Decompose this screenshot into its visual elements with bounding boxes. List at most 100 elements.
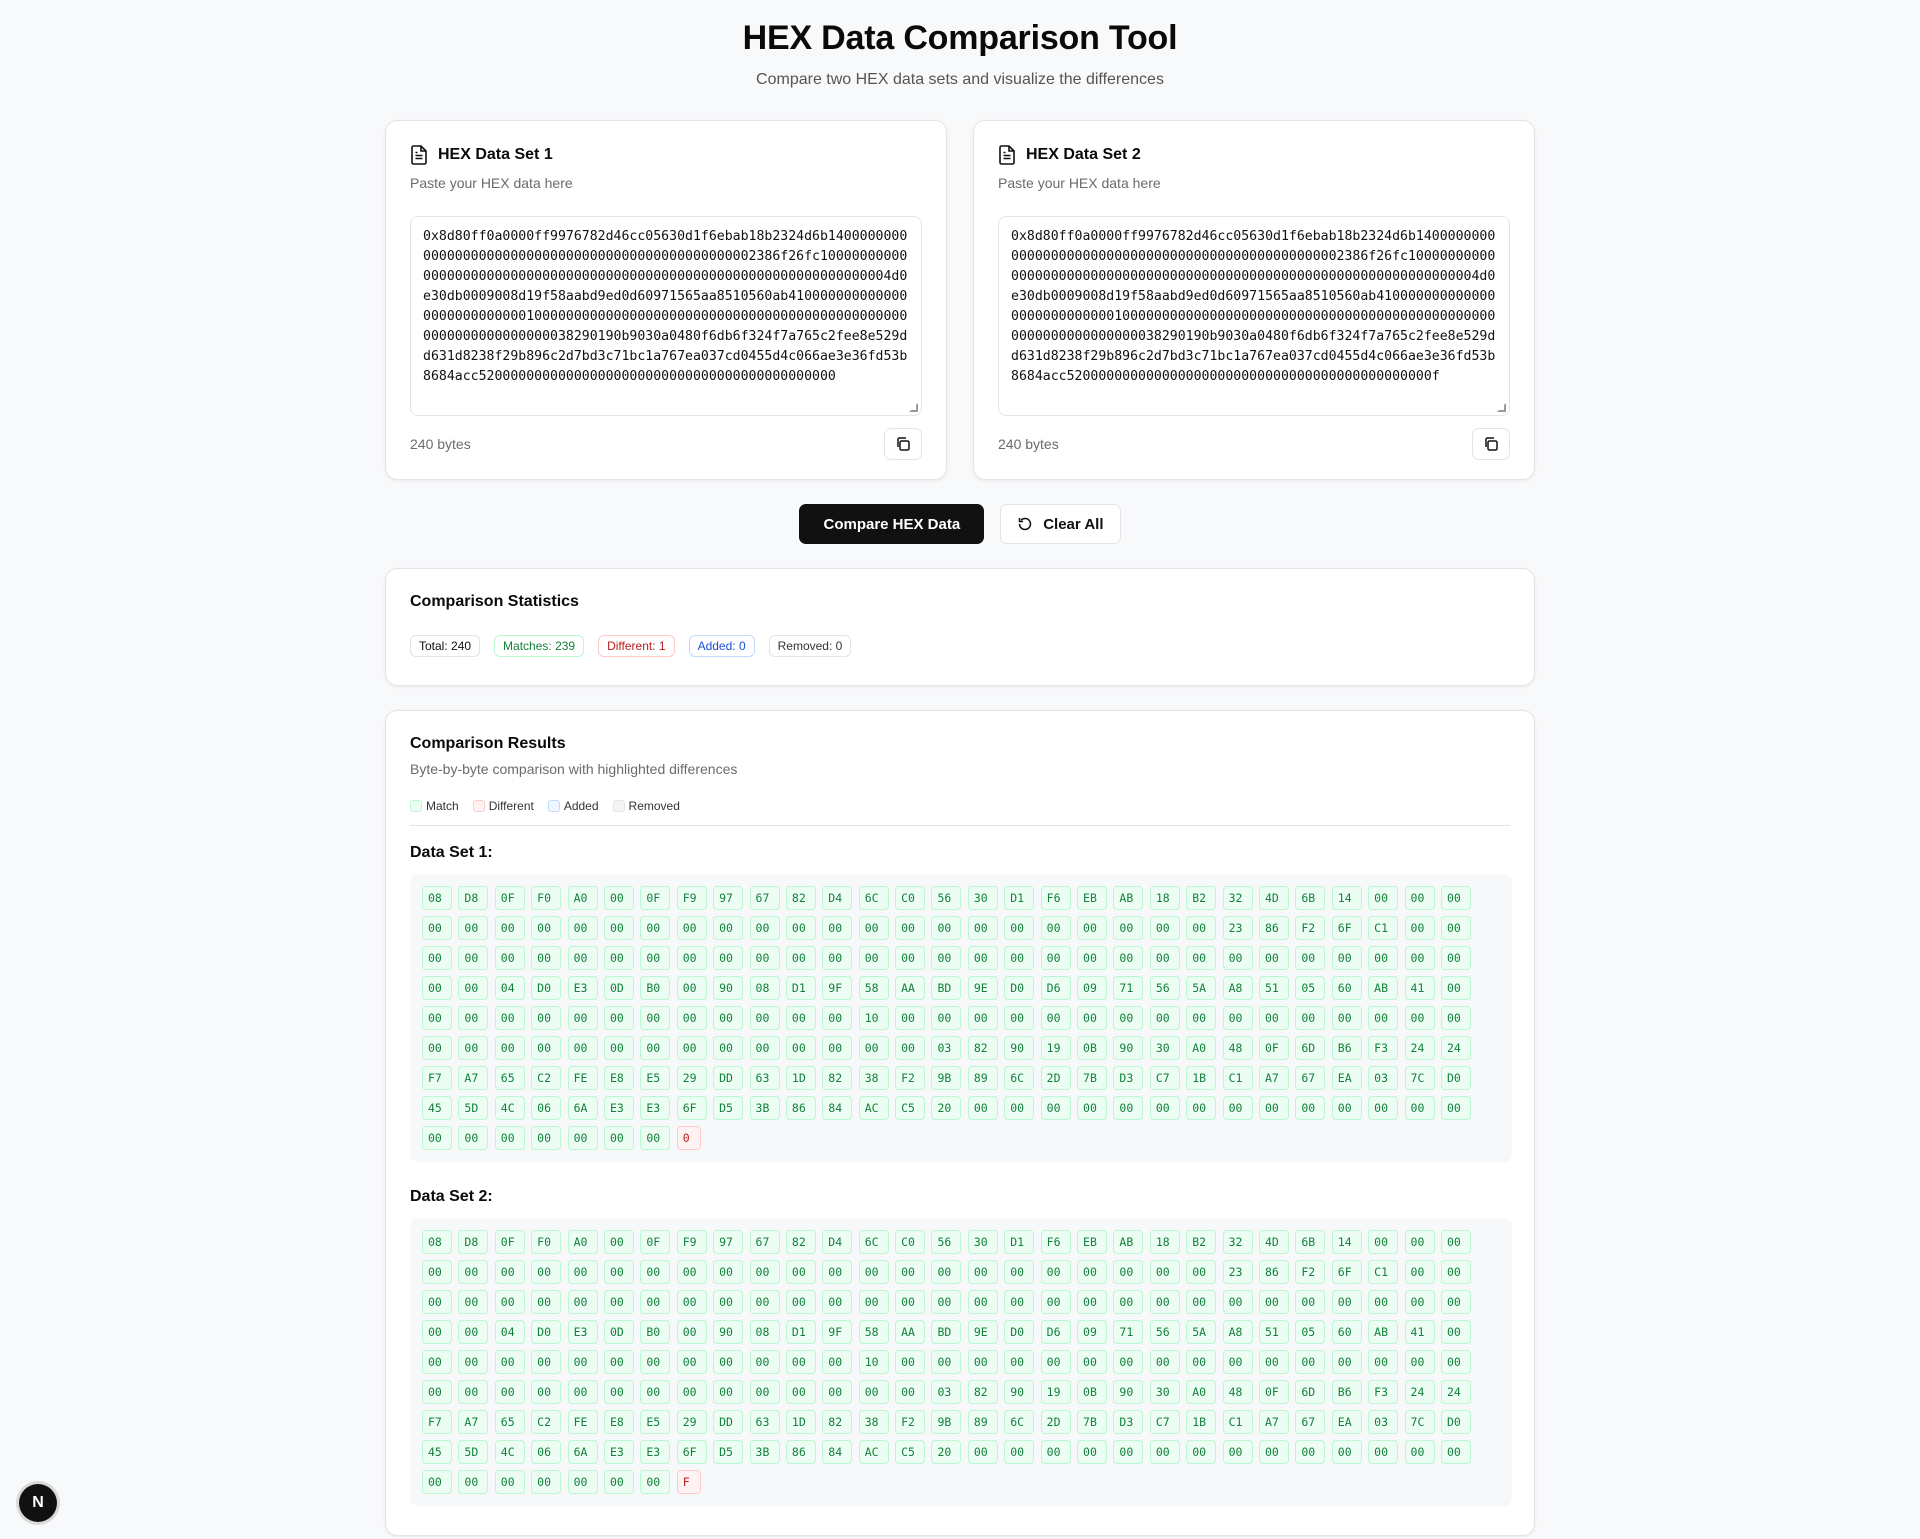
hex-byte: 00 bbox=[531, 1350, 562, 1374]
hex-byte: FE bbox=[567, 1410, 598, 1434]
hex-byte: 56 bbox=[931, 1230, 962, 1254]
compare-button[interactable]: Compare HEX Data bbox=[799, 504, 985, 544]
hex-byte: 00 bbox=[603, 1380, 634, 1404]
hex-byte: 00 bbox=[531, 1380, 562, 1404]
hex-byte: 00 bbox=[640, 1380, 671, 1404]
hex-byte: 6C bbox=[1004, 1066, 1035, 1090]
hex-byte: 0B bbox=[1077, 1036, 1108, 1060]
hex-byte: D8 bbox=[458, 886, 489, 910]
hex-byte: 6F bbox=[676, 1096, 707, 1120]
hex-byte: D1 bbox=[1004, 886, 1035, 910]
hex-byte: 63 bbox=[749, 1066, 780, 1090]
results-subtitle: Byte-by-byte comparison with highlighted… bbox=[410, 761, 738, 777]
hex-byte: AB bbox=[1113, 1230, 1144, 1254]
hex-byte: 00 bbox=[749, 1260, 780, 1284]
hex-byte: AC bbox=[858, 1096, 889, 1120]
hex-byte: 6F bbox=[1331, 916, 1362, 940]
hex-byte: 82 bbox=[785, 886, 816, 910]
hex-byte: 00 bbox=[1186, 1440, 1217, 1464]
hex-byte: 86 bbox=[1258, 1260, 1289, 1284]
hex-byte: 67 bbox=[1295, 1066, 1326, 1090]
hex-byte: 0B bbox=[1077, 1380, 1108, 1404]
hex-byte: 00 bbox=[1331, 1440, 1362, 1464]
hex-byte: 00 bbox=[1440, 1260, 1471, 1284]
hex-byte: 00 bbox=[567, 1260, 598, 1284]
hex-byte: 00 bbox=[858, 1380, 889, 1404]
dev-tools-badge[interactable]: N bbox=[19, 1484, 57, 1522]
hex-byte: 00 bbox=[567, 1350, 598, 1374]
hex-byte: 00 bbox=[458, 1320, 489, 1344]
hex-byte: D1 bbox=[785, 1320, 816, 1344]
hex-byte: 9F bbox=[822, 976, 853, 1000]
hex-byte: 00 bbox=[567, 916, 598, 940]
hex-byte: 14 bbox=[1331, 1230, 1362, 1254]
hex-byte: 5D bbox=[458, 1440, 489, 1464]
hex-byte: 00 bbox=[1004, 1350, 1035, 1374]
hex-byte: 00 bbox=[603, 1230, 634, 1254]
copy-button[interactable] bbox=[884, 428, 922, 460]
input-footer: 240 bytes bbox=[410, 428, 922, 460]
hex-byte: 00 bbox=[422, 976, 452, 1000]
hex-byte: 00 bbox=[1440, 1290, 1471, 1314]
hex-byte: 60 bbox=[1331, 976, 1362, 1000]
hex-byte: D1 bbox=[785, 976, 816, 1000]
hex-byte: 00 bbox=[458, 1036, 489, 1060]
hex-byte: 00 bbox=[785, 1260, 816, 1284]
hex-byte: 00 bbox=[1186, 1096, 1217, 1120]
hex-byte: 00 bbox=[713, 1036, 744, 1060]
hex-byte: 00 bbox=[676, 1320, 707, 1344]
hex-textarea-1[interactable]: 0x8d80ff0a0000ff9976782d46cc05630d1f6eba… bbox=[410, 216, 922, 416]
hex-byte: 00 bbox=[967, 916, 998, 940]
hex-byte: D6 bbox=[1040, 976, 1071, 1000]
hex-byte: EB bbox=[1077, 886, 1108, 910]
hex-byte: 00 bbox=[858, 1260, 889, 1284]
hex-byte: 00 bbox=[422, 946, 452, 970]
hex-textarea-2[interactable]: 0x8d80ff0a0000ff9976782d46cc05630d1f6eba… bbox=[998, 216, 1510, 416]
hex-byte: 2D bbox=[1040, 1066, 1071, 1090]
hex-byte: EA bbox=[1331, 1410, 1362, 1434]
hex-byte: 08 bbox=[422, 886, 452, 910]
hex-byte: 6C bbox=[1004, 1410, 1035, 1434]
hex-byte: C1 bbox=[1222, 1410, 1253, 1434]
hex-byte: C7 bbox=[1149, 1066, 1180, 1090]
data-set-1-grid: 08 D8 0F F0 A0 00 0F F9 97 67 82 D4 6C C0 56 30 D1 F6 EB AB… bbox=[410, 874, 1512, 1162]
clear-all-button[interactable]: Clear All bbox=[1000, 504, 1121, 544]
hex-byte: EB bbox=[1077, 1230, 1108, 1254]
hex-byte: 09 bbox=[1077, 976, 1108, 1000]
hex-byte: 00 bbox=[603, 1036, 634, 1060]
hex-byte: B0 bbox=[640, 976, 671, 1000]
hex-byte: 00 bbox=[1258, 1096, 1289, 1120]
copy-button[interactable] bbox=[1472, 428, 1510, 460]
hex-byte: 00 bbox=[1113, 1006, 1144, 1030]
hex-byte: 00 bbox=[1404, 1440, 1435, 1464]
hex-byte: 00 bbox=[603, 1350, 634, 1374]
hex-byte: 00 bbox=[967, 1096, 998, 1120]
hex-byte: F9 bbox=[676, 886, 707, 910]
hex-byte: 29 bbox=[676, 1066, 707, 1090]
hex-byte: 00 bbox=[1004, 1096, 1035, 1120]
hex-byte: 82 bbox=[967, 1380, 998, 1404]
hex-byte: 18 bbox=[1149, 886, 1180, 910]
hex-byte: 00 bbox=[1113, 1096, 1144, 1120]
hex-byte: 10 bbox=[858, 1350, 889, 1374]
hex-byte: 30 bbox=[967, 886, 998, 910]
reset-icon bbox=[1018, 517, 1032, 531]
hex-byte: 00 bbox=[567, 1036, 598, 1060]
hex-byte: 00 bbox=[858, 1290, 889, 1314]
hex-byte: 00 bbox=[567, 1006, 598, 1030]
hex-byte: 00 bbox=[713, 1290, 744, 1314]
hex-byte: EA bbox=[1331, 1066, 1362, 1090]
hex-byte: 00 bbox=[458, 1126, 489, 1150]
hex-byte: 00 bbox=[1258, 1006, 1289, 1030]
hex-byte: 00 bbox=[422, 1320, 452, 1344]
hex-byte: 20 bbox=[931, 1440, 962, 1464]
hex-byte: 00 bbox=[1186, 1006, 1217, 1030]
hex-byte: 03 bbox=[931, 1036, 962, 1060]
hex-byte: 45 bbox=[422, 1440, 452, 1464]
hex-byte: A7 bbox=[1258, 1066, 1289, 1090]
hex-byte: A7 bbox=[458, 1066, 489, 1090]
hex-byte: 00 bbox=[931, 1290, 962, 1314]
hex-byte: 00 bbox=[1440, 946, 1471, 970]
hex-byte: 00 bbox=[640, 1290, 671, 1314]
hex-byte: 06 bbox=[531, 1096, 562, 1120]
